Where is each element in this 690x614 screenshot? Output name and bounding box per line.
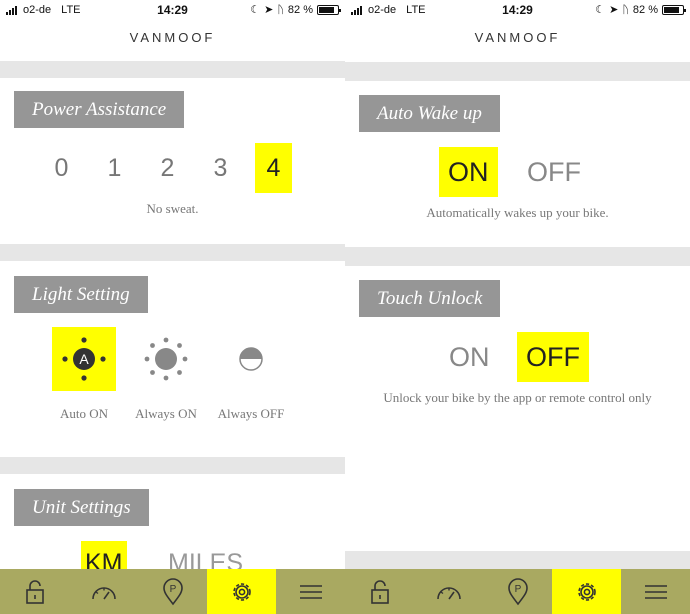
auto-wake-caption: Automatically wakes up your bike. [426, 205, 609, 220]
power-level-1[interactable]: 1 [96, 143, 133, 193]
half-circle-icon [239, 347, 263, 371]
tab-settings[interactable] [552, 569, 621, 614]
light-always-on-button[interactable] [134, 327, 198, 391]
tab-lock[interactable] [345, 569, 414, 614]
right-screen: o2-de LTE 14:29 ☾ ➤ ᚢ 82 % VANMOOF Auto … [345, 0, 690, 614]
section-divider [345, 62, 690, 81]
menu-icon [299, 584, 322, 599]
battery-icon [317, 4, 341, 15]
unit-settings-title: Unit Settings [14, 489, 149, 526]
left-screen: o2-de LTE 14:29 ☾ ➤ ᚢ 82 % VANMOOF Power… [0, 0, 345, 614]
touch-unlock-title: Touch Unlock [359, 280, 501, 317]
tab-speed[interactable] [414, 569, 483, 614]
bluetooth-icon: ᚢ [622, 3, 629, 16]
tab-parking[interactable]: P [138, 569, 207, 614]
section-divider [0, 457, 345, 474]
power-caption: No sweat. [146, 201, 199, 216]
tab-speed[interactable] [69, 569, 138, 614]
light-always-off-label: Always OFF [217, 406, 285, 421]
touch-unlock-off-button[interactable]: OFF [517, 332, 589, 382]
speedometer-icon [436, 586, 461, 599]
section-divider [345, 551, 690, 569]
auto-wake-on-button[interactable]: ON [439, 147, 498, 197]
parking-pin-icon: P [507, 577, 528, 605]
power-assistance-title: Power Assistance [14, 91, 185, 128]
parking-pin-icon: P [162, 577, 183, 605]
speedometer-icon [91, 586, 116, 599]
light-setting-title: Light Setting [14, 276, 148, 313]
power-level-selector: 0 1 2 3 4 [43, 143, 292, 193]
location-arrow-icon: ➤ [609, 4, 619, 16]
tab-bar: P [0, 569, 345, 614]
gear-icon [232, 582, 251, 601]
light-always-on-label: Always ON [135, 406, 197, 421]
light-auto-on-button[interactable]: A [52, 327, 116, 391]
section-divider [0, 244, 345, 261]
section-divider [345, 247, 690, 266]
tab-menu[interactable] [621, 569, 690, 614]
sun-icon [144, 337, 188, 381]
moon-icon: ☾ [250, 4, 261, 16]
moon-icon: ☾ [595, 4, 606, 16]
power-level-0[interactable]: 0 [43, 143, 80, 193]
section-divider [0, 61, 345, 78]
power-level-4[interactable]: 4 [255, 143, 292, 193]
bluetooth-icon: ᚢ [277, 3, 284, 16]
status-bar: o2-de LTE 14:29 ☾ ➤ ᚢ 82 % [345, 0, 690, 22]
brand-logo: VANMOOF [129, 30, 216, 45]
svg-text:P: P [169, 584, 176, 595]
battery-percent: 82 % [632, 3, 658, 16]
tab-menu[interactable] [276, 569, 345, 614]
light-auto-on-label: Auto ON [59, 406, 109, 421]
auto-wake-title: Auto Wake up [359, 95, 500, 132]
auto-wake-off-button[interactable]: OFF [518, 147, 590, 197]
svg-text:A: A [79, 351, 89, 367]
tab-parking[interactable]: P [483, 569, 552, 614]
power-level-2[interactable]: 2 [149, 143, 186, 193]
auto-light-icon: A [62, 337, 106, 381]
gear-icon [577, 582, 596, 601]
light-always-off-button[interactable] [219, 327, 283, 391]
tab-settings[interactable] [207, 569, 276, 614]
tab-bar: P [345, 569, 690, 614]
battery-percent: 82 % [287, 3, 313, 16]
menu-icon [644, 584, 667, 599]
brand-logo: VANMOOF [474, 30, 561, 45]
tab-lock[interactable] [0, 569, 69, 614]
location-arrow-icon: ➤ [264, 4, 274, 16]
status-bar: o2-de LTE 14:29 ☾ ➤ ᚢ 82 % [0, 0, 345, 22]
lock-icon [25, 579, 44, 604]
lock-icon [370, 579, 389, 604]
power-level-3[interactable]: 3 [202, 143, 239, 193]
svg-text:P: P [514, 584, 521, 595]
touch-unlock-caption: Unlock your bike by the app or remote co… [383, 390, 652, 405]
battery-icon [662, 4, 686, 15]
touch-unlock-on-button[interactable]: ON [440, 332, 499, 382]
